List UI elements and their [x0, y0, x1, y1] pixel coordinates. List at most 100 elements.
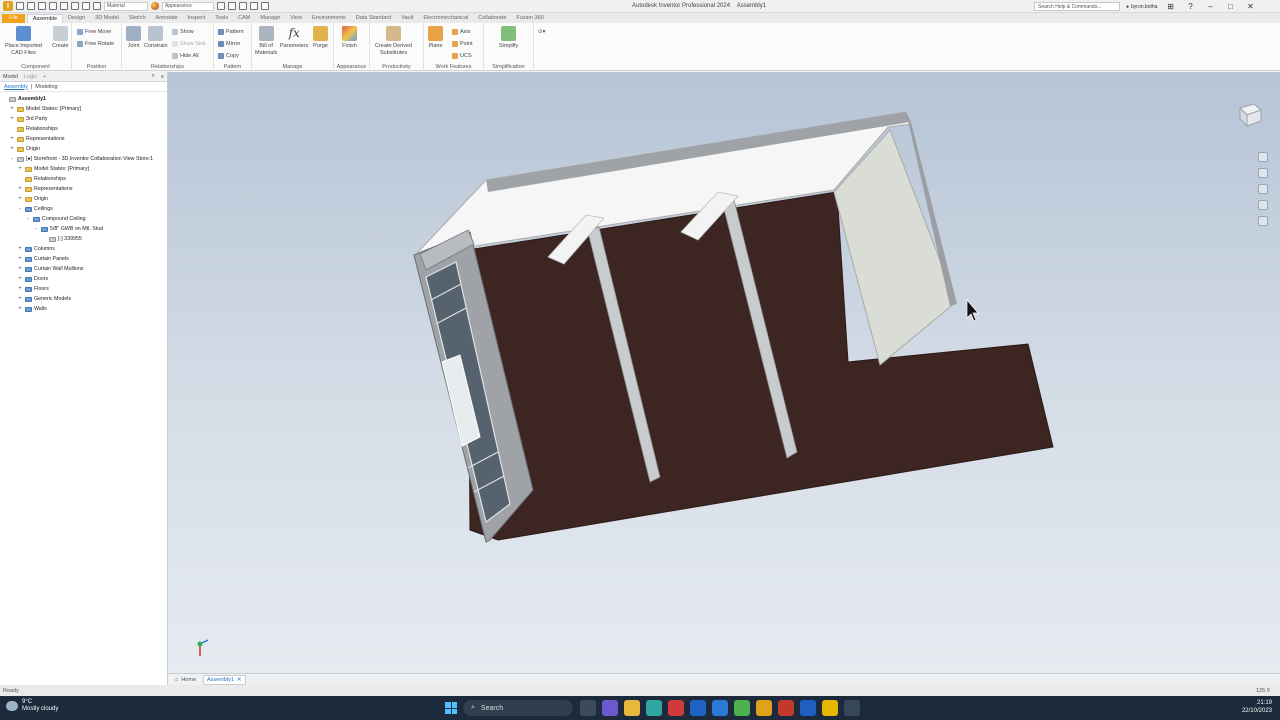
tree-node[interactable]: + Model States: [Primary]: [0, 164, 167, 174]
adjust-icon[interactable]: [217, 2, 225, 10]
tab-cam[interactable]: CAM: [233, 14, 255, 23]
tree-node[interactable]: + Representations: [0, 184, 167, 194]
point-button[interactable]: Point: [452, 39, 473, 48]
expand-icon[interactable]: +: [17, 256, 23, 262]
expand-icon[interactable]: +: [9, 116, 15, 122]
chrome-icon[interactable]: [734, 700, 750, 716]
tab-collaborate[interactable]: Collaborate: [473, 14, 511, 23]
add-tab-icon[interactable]: +: [43, 74, 46, 80]
tree-node[interactable]: + Representations: [0, 134, 167, 144]
acrobat-icon[interactable]: [668, 700, 684, 716]
tab-assemble[interactable]: Assemble: [26, 14, 64, 23]
pattern-button[interactable]: Pattern: [218, 27, 244, 36]
panel-title-manage[interactable]: Manage: [252, 64, 333, 70]
user-account[interactable]: ● byron.botha: [1126, 4, 1157, 10]
tab-electromechanical[interactable]: Electromechanical: [418, 14, 473, 23]
floor-slab[interactable]: [467, 191, 1054, 541]
free-move-button[interactable]: Free Move: [77, 27, 111, 36]
save-icon[interactable]: [38, 2, 46, 10]
tab-file[interactable]: File: [2, 14, 25, 23]
tab-manage[interactable]: Manage: [255, 14, 285, 23]
tree-node[interactable]: Relationships: [0, 174, 167, 184]
place-imported-button[interactable]: Place Imported CAD Files: [5, 26, 42, 57]
tree-node[interactable]: + Walls: [0, 304, 167, 314]
expand-icon[interactable]: +: [17, 186, 23, 192]
search-icon[interactable]: ⌕: [152, 73, 155, 80]
pan-icon[interactable]: [1258, 168, 1268, 178]
doc-tab-home[interactable]: ⌂ Home: [172, 675, 199, 685]
redo-icon[interactable]: [60, 2, 68, 10]
hide-all-button[interactable]: Hide All: [172, 51, 199, 60]
ribbon-options-icon[interactable]: ⊙▾: [538, 27, 545, 36]
system-clock[interactable]: 21:19 22/10/2023: [1230, 699, 1272, 715]
tree-node[interactable]: + Curtain Wall Mullions: [0, 264, 167, 274]
mirror-button[interactable]: Mirror: [218, 39, 240, 48]
windows-start-icon[interactable]: [445, 702, 457, 714]
subtab-assembly[interactable]: Assembly: [4, 84, 28, 90]
help-icon[interactable]: ?: [1183, 2, 1197, 11]
panel-title-pattern[interactable]: Pattern: [214, 64, 251, 70]
collapse-icon[interactable]: -: [9, 156, 15, 162]
undo-icon[interactable]: [49, 2, 57, 10]
maximize-button[interactable]: □: [1223, 2, 1237, 11]
finish-button[interactable]: Finish: [342, 26, 357, 50]
file-explorer-icon[interactable]: [624, 700, 640, 716]
tree-node[interactable]: + Floors: [0, 284, 167, 294]
doc-tab-assembly[interactable]: Assembly1 ✕: [203, 674, 246, 685]
measure-icon[interactable]: [250, 2, 258, 10]
show-button[interactable]: Show: [172, 27, 194, 36]
create-derived-substitutes-button[interactable]: Create Derived Substitutes: [375, 26, 412, 57]
tree-node[interactable]: [-] 339955: [0, 234, 167, 244]
collapse-icon[interactable]: -: [25, 216, 31, 222]
panel-title-component[interactable]: Component: [0, 64, 71, 70]
browser-tab-model[interactable]: Model: [3, 74, 18, 80]
tree-node[interactable]: + Generic Models: [0, 294, 167, 304]
tree-node[interactable]: - Ceilings: [0, 204, 167, 214]
menu-icon[interactable]: ≡: [161, 74, 167, 80]
tree-node[interactable]: Assembly1: [0, 94, 167, 104]
collapse-icon[interactable]: -: [17, 206, 23, 212]
model-view[interactable]: [168, 72, 1280, 673]
parameters-button[interactable]: fx Parameters: [280, 26, 308, 50]
tab-fusion-360[interactable]: Fusion 360: [511, 14, 548, 23]
expand-icon[interactable]: +: [9, 106, 15, 112]
inventor-logo-icon[interactable]: I: [3, 1, 13, 11]
graphics-viewport[interactable]: [168, 72, 1280, 673]
tree-node[interactable]: + Origin: [0, 194, 167, 204]
appearance-dropdown[interactable]: Appearance: [162, 1, 214, 11]
expand-icon[interactable]: +: [17, 306, 23, 312]
orbit-icon[interactable]: [1258, 200, 1268, 210]
expand-icon[interactable]: +: [9, 146, 15, 152]
close-tab-icon[interactable]: ✕: [237, 677, 242, 683]
expand-icon[interactable]: +: [17, 196, 23, 202]
expand-icon[interactable]: +: [17, 246, 23, 252]
revit-icon[interactable]: [800, 700, 816, 716]
browser-tab-logic[interactable]: Logic: [24, 74, 37, 80]
bill-of-materials-button[interactable]: Bill of Materials: [255, 26, 277, 57]
fx-icon[interactable]: [239, 2, 247, 10]
open-icon[interactable]: [27, 2, 35, 10]
tab-inspect[interactable]: Inspect: [183, 14, 211, 23]
task-view-icon[interactable]: [580, 700, 596, 716]
customize-icon[interactable]: [261, 2, 269, 10]
home-icon[interactable]: [71, 2, 79, 10]
taskbar-search[interactable]: ⌕ Search: [463, 700, 573, 716]
tab-tools[interactable]: Tools: [210, 14, 233, 23]
joint-button[interactable]: Joint: [126, 26, 141, 50]
update-icon[interactable]: [82, 2, 90, 10]
material-dropdown[interactable]: Material: [104, 1, 148, 11]
tab-view[interactable]: View: [285, 14, 307, 23]
tab-annotate[interactable]: Annotate: [151, 14, 183, 23]
expand-icon[interactable]: +: [17, 276, 23, 282]
viewcube-icon[interactable]: [1234, 100, 1264, 128]
look-at-icon[interactable]: [1258, 216, 1268, 226]
tab-sketch[interactable]: Sketch: [124, 14, 151, 23]
free-rotate-button[interactable]: Free Rotate: [77, 39, 114, 48]
copy-button[interactable]: Copy: [218, 51, 239, 60]
tree-node[interactable]: + Doors: [0, 274, 167, 284]
tree-node[interactable]: - Compound Ceiling: [0, 214, 167, 224]
constrain-button[interactable]: Constrain: [144, 26, 168, 50]
tab-vault[interactable]: Vault: [396, 14, 418, 23]
tree-node[interactable]: - [●] Storefront - 3D Inventor Collaborat…: [0, 154, 167, 164]
expand-icon[interactable]: +: [9, 136, 15, 142]
